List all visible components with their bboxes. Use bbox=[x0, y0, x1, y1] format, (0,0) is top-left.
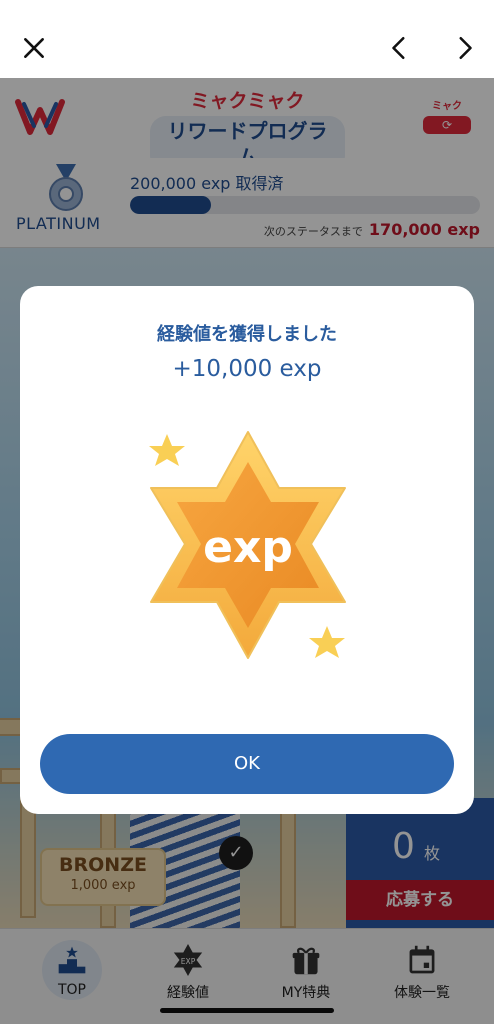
ok-button[interactable]: OK bbox=[40, 734, 454, 794]
chevron-right-icon[interactable] bbox=[444, 28, 484, 68]
dialog-exp-value: +10,000 exp bbox=[172, 356, 322, 382]
exp-badge-text: exp bbox=[203, 522, 293, 573]
exp-earned-dialog: 経験値を獲得しました +10,000 exp exp OK bbox=[20, 286, 474, 814]
chevron-left-icon[interactable] bbox=[380, 28, 420, 68]
exp-star-badge-icon: exp bbox=[149, 431, 346, 659]
dialog-title: 経験値を獲得しました bbox=[157, 324, 337, 345]
close-icon[interactable] bbox=[14, 28, 54, 68]
top-nav-bar bbox=[0, 0, 494, 78]
